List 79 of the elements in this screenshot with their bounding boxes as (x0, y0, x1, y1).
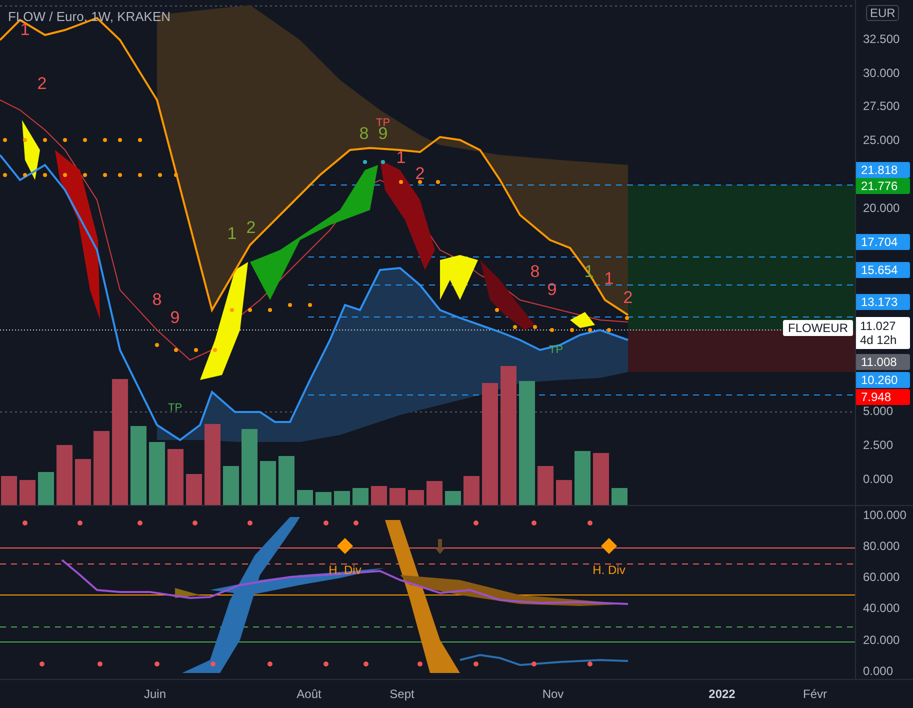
signal-label: 9 (170, 308, 180, 328)
volume-bar (426, 481, 442, 505)
volume-bar (186, 474, 202, 505)
oscillator-tick: 80.000 (863, 539, 900, 553)
oscillator-tick: 40.000 (863, 601, 900, 615)
volume-bar (334, 491, 350, 505)
price-tag: 11.008 (856, 354, 910, 370)
volume-bar (1, 476, 17, 505)
time-label: Août (296, 687, 322, 701)
price-tag: 15.654 (856, 262, 910, 278)
divergence-label: H. Div (592, 563, 626, 577)
time-label: 2022 (708, 687, 736, 701)
signal-label: 2 (415, 164, 425, 184)
price-tick: 30.000 (863, 66, 900, 80)
volume-bar (278, 456, 294, 505)
volume-bar (260, 461, 276, 505)
volume-bar (371, 486, 387, 505)
volume-bar (56, 445, 72, 505)
volume-bar (574, 451, 590, 505)
volume-bar (464, 476, 480, 505)
last-price: 11.027 (860, 319, 897, 333)
volume-bar (352, 488, 368, 505)
price-tick: 0.000 (863, 472, 894, 486)
volume-bar (75, 459, 91, 505)
oscillator-tick: 20.000 (863, 633, 900, 647)
price-tag: 21.818 (856, 162, 910, 178)
volume-bar (223, 466, 239, 505)
price-tag: 13.173 (856, 294, 910, 310)
oscillator-tick: 100.000 (863, 508, 906, 522)
ribbon-band (22, 120, 40, 180)
volume-bar (149, 442, 165, 505)
countdown: 4d 12h (860, 333, 898, 347)
time-label: Févr (803, 687, 827, 701)
signal-label: 9 (547, 280, 557, 300)
signal-label: 2 (37, 74, 47, 94)
signal-label: 8 (530, 262, 540, 282)
ribbon-band (440, 255, 478, 300)
price-tag: 17.704 (856, 234, 910, 250)
time-label: Juin (144, 687, 166, 701)
volume-bar (556, 480, 572, 505)
currency-button[interactable]: EUR (866, 5, 900, 21)
volume-bar (38, 472, 54, 505)
price-tick: 27.500 (863, 99, 900, 113)
volume-bar (612, 488, 628, 505)
oscillator-tick: 0.000 (863, 664, 894, 678)
signal-label: TP (168, 402, 182, 414)
signal-label: 1 (396, 148, 406, 168)
price-tick: 32.500 (863, 32, 900, 46)
signal-label: TP (548, 344, 564, 356)
price-tag: 21.776 (856, 178, 910, 194)
volume-bar (390, 488, 406, 505)
signal-label: 8 (152, 290, 162, 310)
price-tick: 5.000 (863, 404, 894, 418)
signal-label: 2 (623, 288, 633, 308)
volume-bar (20, 480, 36, 505)
volume-bar (408, 490, 424, 505)
price-tick: 2.500 (863, 438, 894, 452)
signal-label: 1 (604, 269, 614, 289)
diamond-icon (337, 538, 353, 554)
oscillator-tick: 60.000 (863, 570, 900, 584)
ribbon-band (570, 312, 595, 328)
signal-label: 1 (227, 224, 237, 244)
price-tick: 20.000 (863, 201, 900, 215)
price-tag: 7.948 (856, 389, 910, 405)
time-label: Nov (542, 687, 564, 701)
down-arrow-icon (435, 539, 445, 554)
volume-bar (297, 490, 313, 505)
symbol-label: FLOWEUR (783, 320, 853, 336)
volume-bar (538, 466, 554, 505)
time-label: Sept (390, 687, 414, 701)
price-tick: 25.000 (863, 133, 900, 147)
signal-label: 2 (246, 218, 256, 238)
signal-label: 8 (359, 124, 369, 144)
diamond-icon (601, 538, 617, 554)
volume-bar (593, 453, 609, 505)
volume-bar (316, 492, 332, 505)
volume-bar (168, 449, 184, 505)
price-tag: 10.260 (856, 372, 910, 388)
volume-bar (445, 491, 461, 505)
